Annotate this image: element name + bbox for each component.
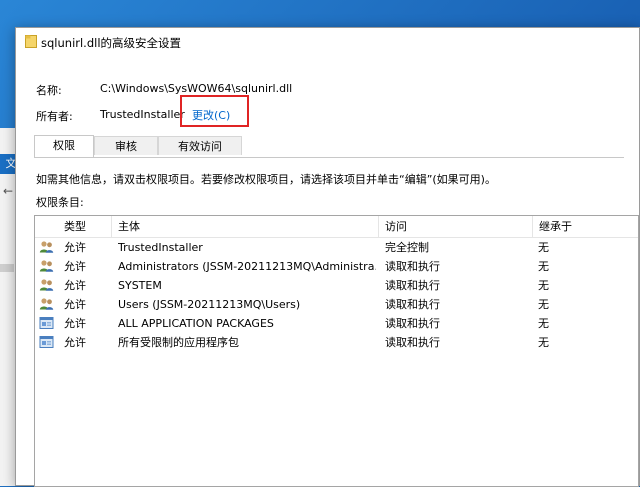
column-inherited-from[interactable]: 继承于 bbox=[533, 216, 638, 237]
entry-inherited-from: 无 bbox=[538, 317, 549, 330]
entry-access: 完全控制 bbox=[385, 241, 429, 254]
name-label: 名称: bbox=[36, 84, 62, 97]
entry-inherited-from: 无 bbox=[538, 279, 549, 292]
tab-permissions[interactable]: 权限 bbox=[34, 135, 94, 157]
list-item[interactable]: 允许 所有受限制的应用程序包 读取和执行 无 bbox=[35, 333, 638, 352]
owner-label: 所有者: bbox=[36, 110, 73, 123]
users-icon bbox=[39, 279, 54, 291]
entry-inherited-from: 无 bbox=[538, 260, 549, 273]
entries-label: 权限条目: bbox=[36, 196, 84, 209]
entry-type: 允许 bbox=[64, 298, 86, 311]
permission-entries-list[interactable]: 类型 主体 访问 继承于 允许 TrustedInstaller 完全控制无允许 Ad… bbox=[34, 215, 639, 487]
users-icon bbox=[39, 298, 54, 310]
tab-effective-access[interactable]: 有效访问 bbox=[158, 136, 242, 155]
entry-inherited-from: 无 bbox=[538, 298, 549, 311]
entry-principal: 所有受限制的应用程序包 bbox=[118, 336, 239, 349]
tab-auditing[interactable]: 审核 bbox=[94, 136, 158, 155]
entry-type: 允许 bbox=[64, 260, 86, 273]
list-item[interactable]: 允许 SYSTEM 读取和执行 无 bbox=[35, 276, 638, 295]
entry-access: 读取和执行 bbox=[385, 260, 440, 273]
list-item[interactable]: 允许 ALL APPLICATION PACKAGES 读取和执行 无 bbox=[35, 314, 638, 333]
title-bar[interactable]: sqlunirl.dll的高级安全设置 bbox=[16, 28, 639, 56]
name-value: C:\Windows\SysWOW64\sqlunirl.dll bbox=[100, 82, 293, 95]
column-principal[interactable]: 主体 bbox=[112, 216, 379, 237]
list-header: 类型 主体 访问 继承于 bbox=[35, 216, 638, 238]
app-package-icon bbox=[39, 317, 54, 329]
entry-type: 允许 bbox=[64, 279, 86, 292]
tab-divider bbox=[34, 157, 624, 158]
column-access[interactable]: 访问 bbox=[379, 216, 533, 237]
users-icon bbox=[39, 241, 54, 253]
entry-type: 允许 bbox=[64, 241, 86, 254]
entry-inherited-from: 无 bbox=[538, 336, 549, 349]
entry-inherited-from: 无 bbox=[538, 241, 549, 254]
entry-principal: SYSTEM bbox=[118, 279, 162, 292]
list-item[interactable]: 允许 TrustedInstaller 完全控制 无 bbox=[35, 238, 638, 257]
app-package-icon bbox=[39, 336, 54, 348]
owner-value: TrustedInstaller bbox=[100, 108, 185, 121]
entry-access: 读取和执行 bbox=[385, 336, 440, 349]
entry-principal: Users (JSSM-20211213MQ\Users) bbox=[118, 298, 301, 311]
column-type[interactable]: 类型 bbox=[58, 216, 112, 237]
advanced-security-dialog: sqlunirl.dll的高级安全设置 名称: C:\Windows\SysWO… bbox=[15, 27, 640, 487]
list-item[interactable]: 允许 Administrators (JSSM-20211213MQ\Admini… bbox=[35, 257, 638, 276]
back-arrow-icon[interactable]: ← bbox=[3, 184, 13, 198]
info-text: 如需其他信息，请双击权限项目。若要修改权限项目，请选择该项目并单击“编辑”(如果… bbox=[36, 173, 496, 186]
list-item[interactable]: 允许 Users (JSSM-20211213MQ\Users) 读取和执行 无 bbox=[35, 295, 638, 314]
change-owner-link[interactable]: 更改(C) bbox=[192, 107, 230, 123]
entry-principal: Administrators (JSSM-20211213MQ\Administ… bbox=[118, 260, 376, 273]
entry-type: 允许 bbox=[64, 317, 86, 330]
entry-access: 读取和执行 bbox=[385, 317, 440, 330]
users-icon bbox=[39, 260, 54, 272]
background-divider bbox=[0, 264, 14, 272]
window-title: sqlunirl.dll的高级安全设置 bbox=[41, 36, 182, 50]
entry-principal: TrustedInstaller bbox=[118, 241, 203, 254]
file-icon bbox=[25, 35, 37, 48]
entry-access: 读取和执行 bbox=[385, 279, 440, 292]
entry-access: 读取和执行 bbox=[385, 298, 440, 311]
entry-principal: ALL APPLICATION PACKAGES bbox=[118, 317, 274, 330]
entry-type: 允许 bbox=[64, 336, 86, 349]
